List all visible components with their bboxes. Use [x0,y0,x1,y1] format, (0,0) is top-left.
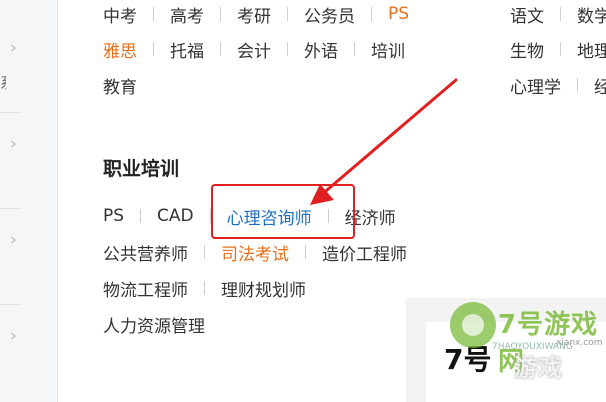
chevron-right-icon[interactable]: › [10,134,22,154]
rail-divider [0,304,22,305]
link-ps[interactable]: PS [388,4,409,24]
vocational-row-2: 公共营养师 司法考试 造价工程师 [103,239,407,265]
link-gongwuyuan[interactable]: 公务员 [304,2,355,27]
link-kuaiji[interactable]: 会计 [237,37,271,62]
link-peixun[interactable]: 培训 [371,37,405,62]
divider [220,42,221,56]
top-link-row-2: 雅思 托福 会计 外语 培训 [103,36,405,62]
rail-divider [0,208,22,209]
divider [287,42,288,56]
link-tuofu[interactable]: 托福 [170,37,204,62]
link-kaoyan[interactable]: 考研 [237,2,271,27]
link-cad[interactable]: CAD [157,206,194,226]
right-link-row-1: 语文 数学 [510,1,606,27]
link-jing[interactable]: 经 [594,73,606,98]
link-sifa-kaoshi[interactable]: 司法考试 [221,240,289,265]
link-xinlixue[interactable]: 心理学 [510,73,561,98]
link-zaojia-gongchengshi[interactable]: 造价工程师 [322,240,407,265]
watermark-logo-icon [450,302,496,348]
chevron-right-icon[interactable]: › [10,326,22,346]
divider [354,42,355,56]
divider [371,7,372,21]
top-link-row-3: 教育 [103,72,137,98]
vocational-row-4: 人力资源管理 [103,311,205,337]
divider [204,245,205,259]
chevron-right-icon[interactable]: › [10,38,22,58]
link-jiaoyu[interactable]: 教育 [103,73,137,98]
category-menu-panel: 中考 高考 考研 公务员 PS 雅思 托福 会计 外语 培训 教育 语文 数学 … [58,0,606,402]
link-gaokao[interactable]: 高考 [170,2,204,27]
divider [140,209,142,223]
link-renli-ziyuan-guanli[interactable]: 人力资源管理 [103,312,205,337]
link-shengwu[interactable]: 生物 [510,37,544,62]
link-yasi[interactable]: 雅思 [103,37,137,62]
divider [560,42,561,56]
divider [577,78,578,92]
link-waiyu[interactable]: 外语 [304,37,338,62]
rail-divider [0,112,22,113]
vocational-row-3: 物流工程师 理财规划师 [103,275,306,301]
link-licai-guihuashi[interactable]: 理财规划师 [221,276,306,301]
link-shuxue[interactable]: 数学 [577,2,606,27]
rail-fragment-text: 系 [0,72,6,93]
link-yuwen[interactable]: 语文 [510,2,544,27]
section-title-vocational: 职业培训 [103,158,180,180]
top-link-row-1: 中考 高考 考研 公务员 PS [103,1,409,27]
highlight-box [211,184,355,239]
link-zhongkao[interactable]: 中考 [103,2,137,27]
divider [153,7,154,21]
right-link-row-3: 心理学 经 [510,72,606,98]
divider [220,7,221,21]
divider [153,42,154,56]
link-gonggong-yingyangshi[interactable]: 公共营养师 [103,240,188,265]
left-category-rail: 系 › › › › [0,0,58,402]
watermark-url: xianx.com [556,338,603,348]
content-card: 7号 7号游戏网 7HAOYOUXIWANG xianx.com 游戏 [406,298,606,402]
chevron-right-icon[interactable]: › [10,230,22,250]
link-dili[interactable]: 地理 [577,37,606,62]
divider [287,7,288,21]
watermark-brand-secondary: 游戏 [514,354,562,382]
link-wuliu-gongchengshi[interactable]: 物流工程师 [103,276,188,301]
divider [305,245,306,259]
divider [560,7,561,21]
right-link-row-2: 生物 地理 [510,36,606,62]
link-voc-ps[interactable]: PS [103,206,124,226]
divider [204,281,205,295]
